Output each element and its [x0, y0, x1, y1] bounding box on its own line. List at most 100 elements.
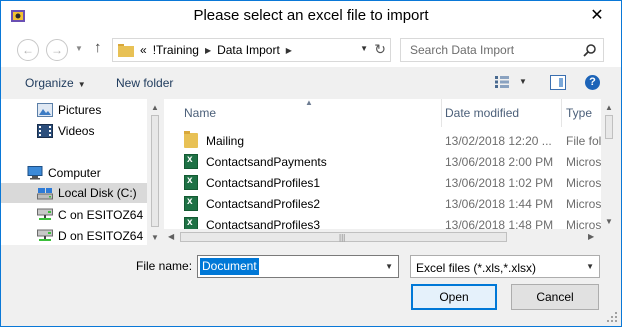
chevron-down-icon[interactable]: ▼ — [385, 262, 393, 271]
new-folder-button[interactable]: New folder — [116, 76, 173, 90]
column-date-label: Date modified — [445, 106, 520, 120]
column-header-date[interactable]: Date modified — [445, 99, 563, 127]
nav-item-d-on-esitoz64[interactable]: D on ESITOZ64 — [1, 226, 147, 246]
breadcrumb-separator-icon[interactable]: ▶ — [286, 46, 292, 55]
view-options-icon[interactable] — [495, 76, 509, 88]
excel-file-icon — [184, 154, 198, 169]
network-drive-icon — [37, 208, 53, 220]
scroll-right-icon[interactable]: ▶ — [588, 232, 594, 241]
nav-label: C on ESITOZ64 — [58, 208, 144, 222]
chevron-down-icon: ▼ — [77, 80, 86, 89]
file-type-select[interactable]: Excel files (*.xls,*.xlsx) ▼ — [410, 255, 600, 278]
computer-icon — [27, 166, 43, 180]
grip-icon: ||| — [339, 233, 346, 242]
help-icon[interactable]: ? — [585, 75, 600, 90]
search-icon[interactable] — [583, 43, 597, 57]
nav-item-local-disk[interactable]: Local Disk (C:) — [1, 183, 147, 203]
excel-file-icon — [184, 217, 198, 229]
navigation-pane: Pictures Videos Computer Local Disk (C:)… — [1, 99, 163, 245]
cancel-button[interactable]: Cancel — [511, 284, 599, 310]
nav-pane-scrollbar[interactable]: ▲ ▼ — [147, 99, 163, 245]
back-arrow-icon: ← — [22, 43, 34, 57]
scrollbar-thumb[interactable] — [151, 115, 159, 227]
scroll-down-icon[interactable]: ▼ — [601, 213, 617, 229]
file-date: 13/06/2018 1:02 PM — [445, 176, 554, 190]
file-name: Mailing — [206, 134, 245, 148]
file-row[interactable]: ContactsandProfiles2 13/06/2018 1:44 PM … — [164, 193, 602, 214]
nav-item-computer[interactable]: Computer — [1, 163, 147, 183]
file-row[interactable]: ContactsandProfiles1 13/06/2018 1:02 PM … — [164, 172, 602, 193]
file-name: ContactsandProfiles1 — [206, 176, 321, 190]
scroll-down-icon[interactable]: ▼ — [147, 229, 163, 245]
breadcrumb-training[interactable]: !Training — [153, 43, 199, 57]
open-button[interactable]: Open — [411, 284, 497, 310]
scroll-up-icon[interactable]: ▲ — [147, 99, 163, 115]
column-type-label: Type — [566, 106, 593, 120]
back-button[interactable]: ← — [17, 39, 39, 61]
file-type: Micros — [566, 218, 602, 229]
search-input[interactable] — [401, 39, 579, 61]
address-row: ← → ▼ ↑ « !Training ▶ Data Import ▶ ▼ ↻ — [1, 31, 621, 67]
address-dropdown-icon[interactable]: ▼ — [360, 44, 368, 53]
nav-label: Local Disk (C:) — [58, 186, 137, 200]
close-icon: ✕ — [590, 7, 604, 24]
view-options-caret-icon[interactable]: ▼ — [519, 77, 527, 86]
nav-label: Videos — [58, 124, 95, 138]
scroll-up-icon[interactable]: ▲ — [601, 99, 617, 115]
file-type-value: Excel files (*.xls,*.xlsx) — [416, 261, 537, 275]
file-open-dialog: Please select an excel file to import ✕ … — [0, 0, 622, 327]
file-name-label: File name: — [136, 259, 193, 273]
file-name: ContactsandProfiles2 — [206, 197, 321, 211]
file-name: ContactsandPayments — [206, 155, 327, 169]
up-button[interactable]: ↑ — [94, 39, 110, 59]
search-box — [400, 38, 604, 62]
file-name-input[interactable]: Document ▼ — [197, 255, 399, 278]
organize-menu[interactable]: Organize ▼ — [25, 76, 86, 90]
dialog-title: Please select an excel file to import — [193, 7, 429, 24]
nav-label: Pictures — [58, 103, 102, 117]
file-list-horizontal-scrollbar[interactable]: ◀ ||| ▶ — [164, 229, 602, 245]
recent-locations-caret-icon[interactable]: ▼ — [75, 44, 83, 53]
nav-item-pictures[interactable]: Pictures — [1, 100, 147, 120]
close-button[interactable]: ✕ — [574, 1, 620, 29]
nav-item-videos[interactable]: Videos — [1, 121, 147, 141]
chevron-down-icon[interactable]: ▼ — [586, 262, 594, 271]
breadcrumb-data-import[interactable]: Data Import — [217, 43, 280, 57]
excel-file-icon — [184, 196, 198, 211]
folder-icon — [184, 131, 198, 148]
pictures-icon — [37, 103, 53, 117]
nav-item-c-on-esitoz64[interactable]: C on ESITOZ64 — [1, 205, 147, 225]
file-name-value[interactable]: Document — [200, 258, 259, 275]
scrollbar-thumb[interactable] — [605, 115, 613, 139]
scrollbar-thumb[interactable]: ||| — [180, 232, 507, 242]
nav-label: Computer — [48, 166, 101, 180]
network-drive-icon — [37, 229, 53, 241]
breadcrumb-separator-icon[interactable]: ▶ — [205, 46, 211, 55]
refresh-icon[interactable]: ↻ — [374, 41, 386, 58]
file-name: ContactsandProfiles3 — [206, 218, 321, 229]
column-name-label: Name — [184, 106, 217, 120]
resize-grip-icon[interactable] — [607, 312, 617, 322]
column-divider[interactable] — [441, 99, 442, 127]
column-divider[interactable] — [561, 99, 562, 127]
file-row[interactable]: ContactsandPayments 13/06/2018 2:00 PM M… — [164, 151, 602, 172]
file-type: Micros — [566, 176, 602, 190]
forward-arrow-icon: → — [51, 43, 63, 57]
open-label: Open — [439, 290, 469, 304]
scroll-left-icon[interactable]: ◀ — [168, 232, 174, 241]
file-type: File fol — [566, 134, 602, 148]
videos-icon — [37, 124, 53, 138]
file-list-vertical-scrollbar[interactable]: ▲ ▼ — [601, 99, 618, 229]
title-bar: Please select an excel file to import ✕ — [1, 1, 621, 31]
file-date: 13/06/2018 1:48 PM — [445, 218, 554, 229]
breadcrumb-overflow[interactable]: « — [140, 43, 147, 57]
address-bar[interactable]: « !Training ▶ Data Import ▶ ▼ ↻ — [112, 38, 391, 62]
sort-ascending-icon: ▲ — [305, 99, 313, 107]
column-header-type[interactable]: Type — [566, 99, 602, 127]
command-bar: Organize ▼ New folder ▼ ? — [1, 67, 621, 99]
forward-button[interactable]: → — [46, 39, 68, 61]
organize-label: Organize — [25, 76, 74, 90]
preview-pane-icon[interactable] — [550, 75, 566, 90]
file-row[interactable]: ContactsandProfiles3 13/06/2018 1:48 PM … — [164, 214, 602, 229]
file-row[interactable]: Mailing 13/02/2018 12:20 ... File fol — [164, 130, 602, 151]
